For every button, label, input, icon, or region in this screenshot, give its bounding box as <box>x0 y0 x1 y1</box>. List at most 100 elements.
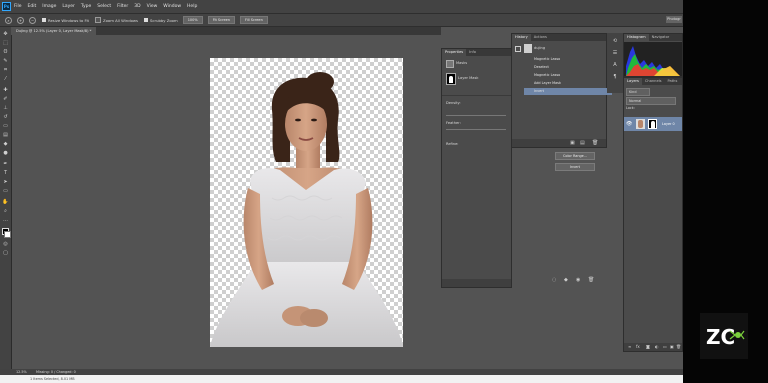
tab-layers[interactable]: Layers <box>624 78 642 85</box>
more-tools-icon[interactable]: … <box>2 217 9 224</box>
menu-view[interactable]: View <box>147 4 158 9</box>
healing-tool-icon[interactable]: ✚ <box>2 87 9 94</box>
tab-navigator[interactable]: Navigator <box>649 34 673 41</box>
add-mask-icon[interactable]: ◙ <box>646 344 650 349</box>
history-brush-source-icon[interactable] <box>515 46 521 52</box>
delete-layer-icon[interactable]: 🗑 <box>676 344 681 349</box>
history-item[interactable]: Add Layer Mask <box>524 80 612 87</box>
delete-mask-icon[interactable]: 🗑 <box>588 277 594 283</box>
zoom-all-checkbox[interactable]: Zoom All Windows <box>95 17 138 23</box>
menu-select[interactable]: Select <box>97 4 111 9</box>
workspace-switcher[interactable]: Photogr <box>666 16 682 23</box>
fit-screen-button[interactable]: Fit Screen <box>207 16 235 24</box>
shape-tool-icon[interactable]: ▭ <box>2 188 9 195</box>
layer-mask-thumbnail[interactable] <box>446 73 456 85</box>
scrubby-zoom-checkbox[interactable]: Scrubby Zoom <box>144 18 178 23</box>
fx-icon[interactable]: fx <box>636 344 640 349</box>
link-layers-icon[interactable]: ∞ <box>628 344 631 349</box>
quick-select-tool-icon[interactable]: ✎ <box>2 58 9 65</box>
tab-info[interactable]: Info <box>466 49 479 56</box>
menu-edit[interactable]: Edit <box>28 4 37 9</box>
eyedropper-tool-icon[interactable]: ⁄ <box>2 76 9 83</box>
visibility-eye-icon[interactable]: 👁 <box>626 121 632 127</box>
resize-windows-checkbox[interactable]: Resize Windows to Fit <box>42 18 89 23</box>
tab-history[interactable]: History <box>512 34 531 41</box>
density-slider[interactable] <box>446 115 506 116</box>
history-item-selected[interactable]: Invert <box>524 88 612 95</box>
menu-items: File Edit Image Layer Type Select Filter… <box>14 0 203 13</box>
document-canvas[interactable] <box>210 58 403 347</box>
properties-dock-icon[interactable]: ☰ <box>611 49 619 57</box>
new-group-icon[interactable]: ▭ <box>663 344 667 349</box>
tab-actions[interactable]: Actions <box>531 34 550 41</box>
tab-channels[interactable]: Channels <box>642 78 665 85</box>
history-snapshot-thumbnail[interactable] <box>524 44 532 53</box>
paragraph-dock-icon[interactable]: ¶ <box>611 73 619 81</box>
zoom-100-button[interactable]: 100% <box>182 16 203 24</box>
menu-filter[interactable]: Filter <box>117 4 128 9</box>
quick-mask-icon[interactable]: ◎ <box>2 241 9 248</box>
menu-type[interactable]: Type <box>81 4 91 9</box>
crop-tool-icon[interactable]: ⌗ <box>2 67 9 74</box>
zoom-in-icon[interactable]: + <box>17 16 24 24</box>
type-tool-icon[interactable]: T <box>2 170 9 177</box>
history-item[interactable]: Magnetic Lasso <box>524 72 612 79</box>
blend-mode-dropdown[interactable]: Normal <box>626 97 676 105</box>
options-bar: ⌕ + − Resize Windows to Fit Zoom All Win… <box>0 14 683 27</box>
new-layer-icon[interactable]: ▣ <box>670 344 674 349</box>
layer-mask-thumb[interactable] <box>648 119 657 129</box>
history-item[interactable]: Magnetic Lasso <box>524 56 612 63</box>
load-selection-icon[interactable]: ◌ <box>552 277 556 283</box>
menu-file[interactable]: File <box>14 4 22 9</box>
explorer-status-text: 1 Items Selected, 8.01 MB <box>30 377 75 381</box>
apply-mask-icon[interactable]: ◆ <box>564 277 568 283</box>
eraser-tool-icon[interactable]: ▭ <box>2 123 9 130</box>
screen-mode-icon[interactable]: ▢ <box>2 250 9 257</box>
zoom-out-icon[interactable]: − <box>29 16 36 24</box>
background-color-swatch[interactable] <box>4 231 11 238</box>
photoshop-logo: Ps <box>2 2 11 11</box>
stamp-tool-icon[interactable]: ⊥ <box>2 105 9 112</box>
zoom-tool-icon[interactable]: ⌕ <box>2 208 9 215</box>
zoom-tool-icon[interactable]: ⌕ <box>5 16 12 24</box>
history-brush-icon[interactable]: ↺ <box>2 114 9 121</box>
path-select-icon[interactable]: ➤ <box>2 179 9 186</box>
brush-tool-icon[interactable]: ✐ <box>2 96 9 103</box>
new-snapshot-icon[interactable]: ▣ <box>570 140 575 146</box>
hand-tool-icon[interactable]: ✋ <box>2 199 9 206</box>
density-label: Density: <box>446 101 461 105</box>
move-tool-icon[interactable]: ✥ <box>2 31 9 38</box>
menu-3d[interactable]: 3D <box>134 4 140 9</box>
dodge-tool-icon[interactable]: ● <box>2 150 9 157</box>
menu-window[interactable]: Window <box>163 4 181 9</box>
lasso-tool-icon[interactable]: ʘ <box>2 49 9 56</box>
tab-paths[interactable]: Paths <box>665 78 681 85</box>
tab-properties[interactable]: Properties <box>442 49 467 56</box>
color-range-button[interactable]: Color Range... <box>555 152 595 160</box>
history-item[interactable]: Deselect <box>524 64 612 71</box>
menu-image[interactable]: Image <box>42 4 56 9</box>
tab-histogram[interactable]: Histogram <box>624 34 649 41</box>
channel-logo: ZC <box>700 313 748 359</box>
new-document-icon[interactable]: ▤ <box>580 140 585 146</box>
history-dock-icon[interactable]: ⟲ <box>611 37 619 45</box>
character-dock-icon[interactable]: A <box>611 61 619 69</box>
menu-layer[interactable]: Layer <box>62 4 75 9</box>
adjustment-layer-icon[interactable]: ◐ <box>655 344 659 349</box>
delete-state-icon[interactable]: 🗑 <box>592 140 598 146</box>
layer-thumbnail <box>636 119 645 129</box>
invert-button[interactable]: Invert <box>555 163 595 171</box>
explorer-status-strip: 1 Items Selected, 8.01 MB <box>0 375 683 383</box>
toggle-mask-icon[interactable]: ◉ <box>576 277 580 283</box>
document-tab[interactable]: Dujing @ 12.5% (Layer 0, Layer Mask/8) * <box>11 27 97 35</box>
fill-screen-button[interactable]: Fill Screen <box>239 16 268 24</box>
marquee-tool-icon[interactable]: ⬚ <box>2 40 9 47</box>
menu-help[interactable]: Help <box>187 4 197 9</box>
layer-row[interactable]: 👁 Layer 0 <box>624 117 682 131</box>
svg-text:ZC: ZC <box>706 325 735 349</box>
kind-filter-dropdown[interactable]: Kind <box>626 88 650 96</box>
gradient-tool-icon[interactable]: ▤ <box>2 132 9 139</box>
feather-slider[interactable] <box>446 129 506 130</box>
blur-tool-icon[interactable]: ◆ <box>2 141 9 148</box>
pen-tool-icon[interactable]: ✒ <box>2 161 9 168</box>
